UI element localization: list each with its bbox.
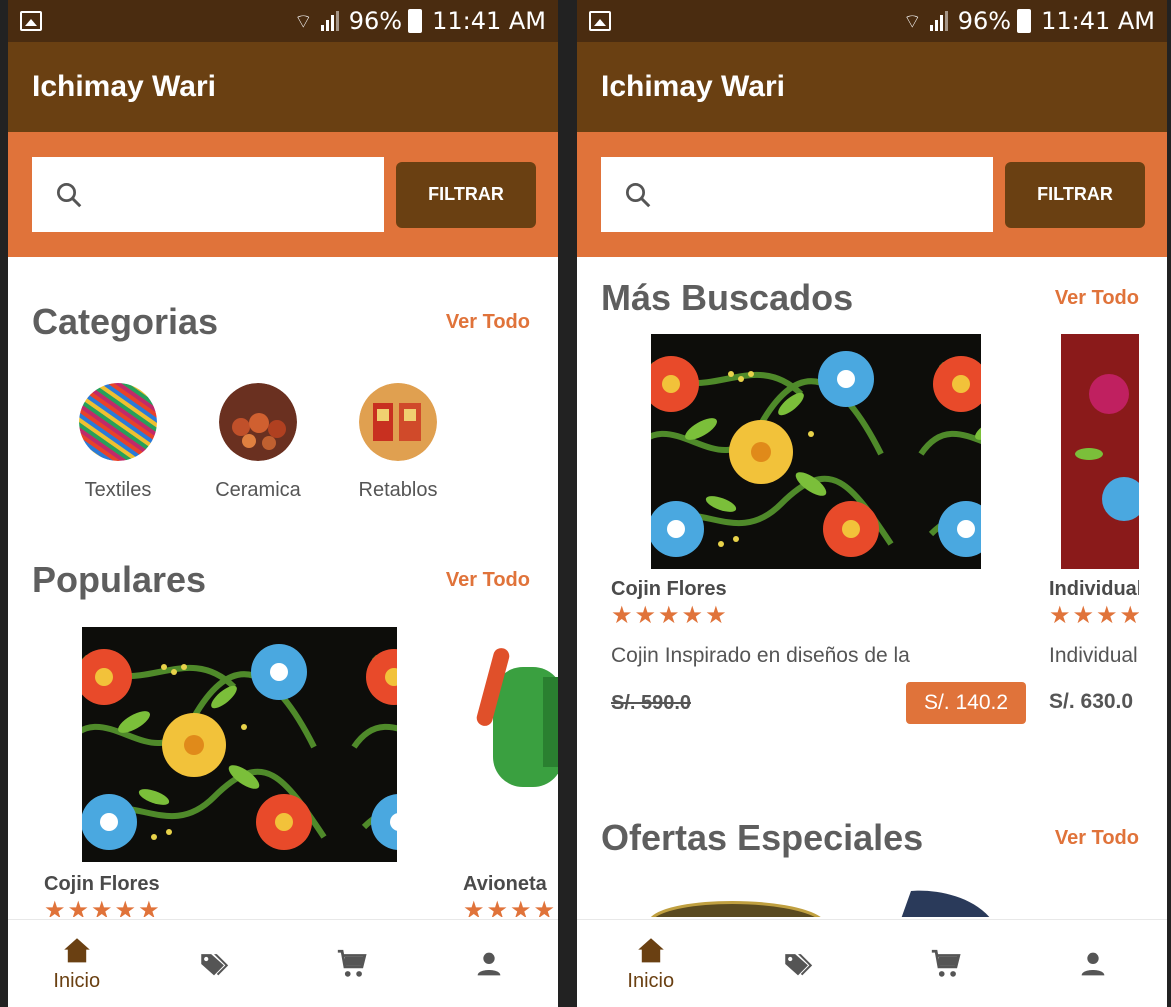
- filter-button[interactable]: FILTRAR: [1005, 161, 1145, 228]
- battery-percent: 96%: [957, 7, 1012, 35]
- search-box[interactable]: [601, 157, 993, 232]
- nav-home-label: Inicio: [53, 970, 101, 992]
- textiles-image: [79, 383, 157, 461]
- app-title: Ichimay Wari: [32, 70, 216, 103]
- nav-cart[interactable]: [283, 920, 421, 1007]
- filter-button[interactable]: FILTRAR: [396, 161, 536, 228]
- search-band: FILTRAR: [577, 132, 1167, 257]
- category-label: Textiles: [84, 479, 152, 501]
- category-label: Retablos: [358, 479, 438, 501]
- status-bar: ⌔ 96% 11:41 AM: [8, 0, 558, 42]
- signal-icon: [929, 11, 948, 31]
- product-image: [1049, 334, 1146, 569]
- cart-icon: [931, 949, 961, 977]
- bottom-navigation: Inicio: [8, 919, 558, 1007]
- product-price: S/. 630.0: [1049, 690, 1134, 713]
- product-card[interactable]: Individual ★★★★ Individual S/. 630.0: [1049, 334, 1146, 714]
- section-title: Populares: [32, 559, 207, 600]
- bottom-navigation: Inicio: [577, 919, 1167, 1007]
- product-card[interactable]: Cojin Flores ★★★★★: [44, 627, 404, 917]
- category-item-ceramica[interactable]: Ceramica: [188, 383, 328, 502]
- product-name: Individual: [1049, 578, 1139, 600]
- cart-icon: [337, 949, 367, 977]
- signal-icon: [320, 11, 339, 31]
- person-icon: [477, 952, 501, 975]
- battery-percent: 96%: [348, 7, 403, 35]
- phone-screen-left: ⌔ 96% 11:41 AM Ichimay Wari FILTRAR Cate…: [8, 0, 558, 1007]
- category-item-textiles[interactable]: Textiles: [48, 383, 188, 502]
- section-title: Ofertas Especiales: [601, 817, 924, 858]
- product-card[interactable]: Avioneta ★★★★: [463, 627, 558, 917]
- product-image: [463, 627, 558, 862]
- category-label: Ceramica: [215, 479, 301, 501]
- rating-stars: ★★★★: [1049, 602, 1139, 629]
- rating-stars: ★★★★: [463, 897, 558, 917]
- home-icon: [64, 938, 90, 963]
- ver-todo-link[interactable]: Ver Todo: [446, 569, 530, 592]
- battery-icon: [1017, 9, 1032, 33]
- section-title: Más Buscados: [601, 277, 854, 318]
- category-item-retablos[interactable]: Retablos: [328, 383, 468, 502]
- ver-todo-link[interactable]: Ver Todo: [1055, 827, 1139, 850]
- nav-offers[interactable]: [146, 920, 284, 1007]
- ver-todo-link[interactable]: Ver Todo: [446, 311, 530, 334]
- phone-screen-right: ⌔ 96% 11:41 AM Ichimay Wari FILTRAR Más …: [577, 0, 1167, 1007]
- search-input[interactable]: [94, 181, 325, 208]
- search-box[interactable]: [32, 157, 384, 232]
- person-icon: [1081, 952, 1105, 975]
- product-description: Cojin Inspirado en diseños de la: [611, 644, 910, 667]
- categorias-header: Categorias Ver Todo: [8, 301, 558, 343]
- app-bar: Ichimay Wari: [577, 42, 1167, 132]
- ceramica-image: [219, 383, 297, 461]
- nav-offers[interactable]: [725, 920, 873, 1007]
- battery-icon: [408, 9, 423, 33]
- screenshot-stage: ⌔ 96% 11:41 AM Ichimay Wari FILTRAR Cate…: [0, 0, 1171, 1007]
- ver-todo-link[interactable]: Ver Todo: [1055, 287, 1139, 310]
- home-content: Categorias Ver Todo Textiles Ceramica Re…: [8, 257, 558, 917]
- offer-images-peek: [651, 890, 990, 917]
- wifi-icon: ⌔: [902, 8, 922, 33]
- tags-icon: [785, 953, 813, 975]
- clock: 11:41 AM: [432, 7, 546, 35]
- populares-header: Populares Ver Todo: [8, 559, 558, 601]
- ofertas-header: Ofertas Especiales Ver Todo: [577, 817, 1167, 859]
- search-icon: [626, 182, 651, 207]
- sale-price-badge: S/. 140.2: [906, 682, 1026, 724]
- wifi-icon: ⌔: [293, 8, 313, 33]
- rating-stars: ★★★★★: [44, 897, 162, 917]
- category-list: Textiles Ceramica Retablos: [8, 383, 558, 502]
- home-content: Más Buscados Ver Todo Cojin Flores ★★★★★…: [577, 257, 1167, 917]
- status-bar: ⌔ 96% 11:41 AM: [577, 0, 1167, 42]
- nav-cart[interactable]: [872, 920, 1020, 1007]
- product-image: [44, 627, 404, 862]
- gallery-icon: [589, 11, 611, 31]
- search-input[interactable]: [663, 181, 922, 208]
- gallery-icon: [20, 11, 42, 31]
- home-icon: [638, 938, 664, 963]
- mas-buscados-header: Más Buscados Ver Todo: [577, 277, 1167, 319]
- nav-home[interactable]: Inicio: [577, 920, 725, 1007]
- old-price: S/. 590.0: [611, 691, 692, 714]
- product-description: Individual: [1049, 644, 1138, 667]
- product-image: [611, 334, 1026, 569]
- product-name: Avioneta: [463, 873, 547, 895]
- product-card[interactable]: Cojin Flores ★★★★★ Cojin Inspirado en di…: [611, 334, 1026, 724]
- nav-profile[interactable]: [1020, 920, 1168, 1007]
- app-title: Ichimay Wari: [601, 70, 785, 103]
- nav-home[interactable]: Inicio: [8, 920, 146, 1007]
- product-name: Cojin Flores: [44, 873, 160, 895]
- section-title: Categorias: [32, 301, 219, 342]
- search-band: FILTRAR: [8, 132, 558, 257]
- search-icon: [57, 182, 82, 207]
- retablos-image: [359, 383, 437, 461]
- product-name: Cojin Flores: [611, 578, 727, 600]
- nav-profile[interactable]: [421, 920, 559, 1007]
- rating-stars: ★★★★★: [611, 602, 729, 629]
- clock: 11:41 AM: [1041, 7, 1155, 35]
- app-bar: Ichimay Wari: [8, 42, 558, 132]
- tags-icon: [201, 953, 229, 975]
- nav-home-label: Inicio: [627, 970, 675, 992]
